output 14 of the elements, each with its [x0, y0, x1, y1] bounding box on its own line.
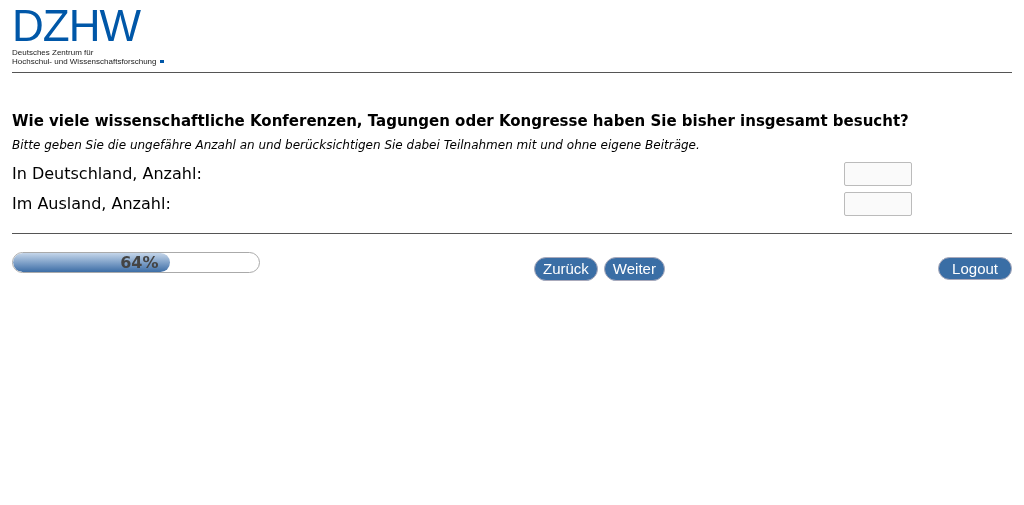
input-field[interactable] — [844, 162, 912, 186]
square-icon — [159, 60, 164, 63]
question-title: Wie viele wissenschaftliche Konferenzen, Tagungen oder Kongresse haben Sie bisher insgesamt besucht? — [12, 111, 910, 131]
question-hint: Bitte geben Sie die ungefähre Anzahl an und berücksichtigen Sie dabei Teilnahmen mit und ohne eigene Beiträge. — [12, 137, 701, 153]
input-field[interactable] — [844, 192, 912, 216]
nav-button[interactable]: Zurück — [534, 257, 598, 281]
logout-button[interactable]: Logout — [938, 257, 1012, 280]
progress-reading: 64% — [120, 253, 159, 272]
logo-subtitle: Hochschul- und Wissenschaftsforschung — [12, 57, 157, 66]
logo-wordmark: DZHW — [12, 6, 140, 46]
nav-button[interactable]: Weiter — [603, 257, 665, 281]
field-label: Im Ausland, Anzahl: — [12, 193, 171, 215]
logo-subtitle: Deutsches Zentrum für — [12, 48, 95, 57]
field-label: In Deutschland, Anzahl: — [12, 163, 202, 185]
